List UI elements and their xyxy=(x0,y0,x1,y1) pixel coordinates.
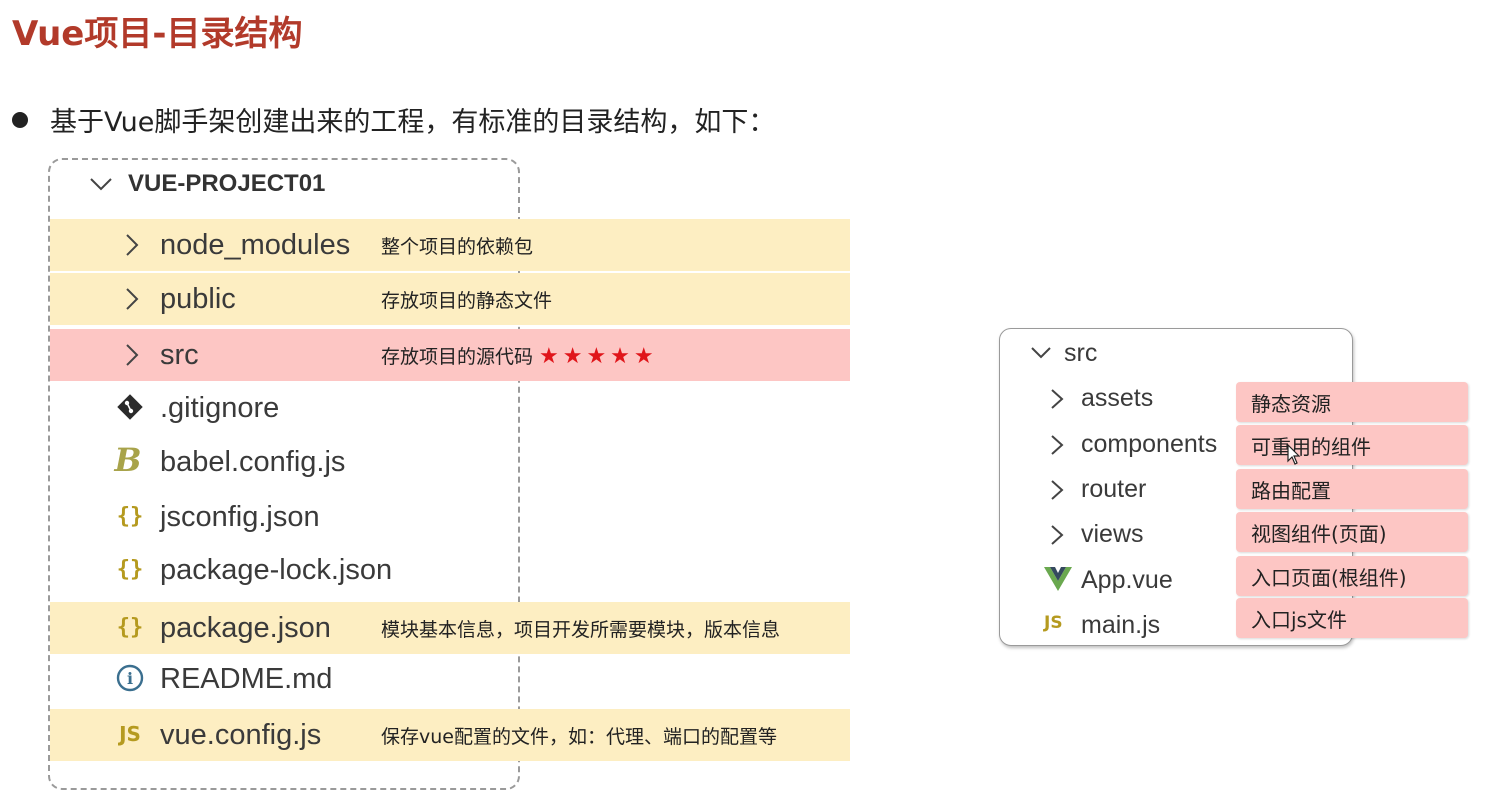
tree-item-label: node_modules xyxy=(160,228,351,261)
src-item-label: router xyxy=(1081,475,1147,503)
tree-item-note-text: 存放项目的源代码 xyxy=(381,345,534,368)
note-tag-components: 可重用的组件 xyxy=(1236,425,1468,465)
src-item-label: views xyxy=(1081,520,1144,548)
tree-item-note: 存放项目的静态文件 xyxy=(381,289,553,312)
bullet-dot-icon xyxy=(12,111,28,128)
src-item-label: assets xyxy=(1081,384,1154,412)
chevron-right-icon xyxy=(1051,389,1064,409)
star-rating-icon: ★★★★★ xyxy=(539,343,658,369)
json-icon: {} xyxy=(116,614,144,640)
json-icon: {} xyxy=(116,556,144,582)
chevron-right-icon xyxy=(126,288,139,310)
chevron-right-icon xyxy=(1051,480,1064,500)
js-icon: JS xyxy=(1044,613,1063,633)
src-item-label: App.vue xyxy=(1081,566,1173,594)
tree-item-note: 模块基本信息，项目开发所需要模块，版本信息 xyxy=(381,618,781,641)
mouse-cursor-icon xyxy=(1287,444,1301,465)
note-tag-assets: 静态资源 xyxy=(1236,382,1468,422)
tree-item-label: package-lock.json xyxy=(160,553,393,586)
json-icon: {} xyxy=(116,503,144,529)
chevron-right-icon xyxy=(1051,525,1064,545)
chevron-down-icon xyxy=(1031,347,1051,359)
chevron-right-icon xyxy=(126,234,139,256)
src-item-label: main.js xyxy=(1081,611,1161,639)
tree-item-label: package.json xyxy=(160,611,331,644)
tree-item-note: 保存vue配置的文件，如：代理、端口的配置等 xyxy=(381,725,777,748)
tree-item-label: .gitignore xyxy=(160,391,280,424)
chevron-right-icon xyxy=(1051,435,1064,455)
tree-item-label: README.md xyxy=(160,662,333,695)
chevron-right-icon xyxy=(126,344,139,366)
page-title: Vue项目-目录结构 xyxy=(12,14,303,54)
note-tag-main-js: 入口js文件 xyxy=(1236,598,1468,638)
tree-item-note: 整个项目的依赖包 xyxy=(381,235,534,258)
tree-item-label: babel.config.js xyxy=(160,445,346,478)
js-icon: JS xyxy=(119,722,141,746)
chevron-down-icon xyxy=(90,178,112,191)
src-root-label: src xyxy=(1064,339,1098,367)
tree-item-label: vue.config.js xyxy=(160,718,322,751)
babel-icon: B xyxy=(114,441,142,479)
tree-root[interactable]: VUE-PROJECT01 xyxy=(88,170,325,198)
root-folder-label: VUE-PROJECT01 xyxy=(128,170,326,197)
tree-item-note: 存放项目的源代码 ★★★★★ xyxy=(381,342,658,369)
note-tag-router: 路由配置 xyxy=(1236,469,1468,509)
tree-item-label: jsconfig.json xyxy=(160,500,320,533)
intro-text: 基于Vue脚手架创建出来的工程，有标准的目录结构，如下： xyxy=(50,107,776,138)
info-icon: i xyxy=(114,662,146,694)
note-tag-app-vue: 入口页面(根组件) xyxy=(1236,556,1468,596)
vue-icon xyxy=(1044,567,1072,591)
intro-bullet: 基于Vue脚手架创建出来的工程，有标准的目录结构，如下： xyxy=(12,100,775,139)
svg-text:i: i xyxy=(127,669,133,688)
git-icon xyxy=(114,391,146,423)
note-tag-views: 视图组件(页面) xyxy=(1236,512,1468,552)
tree-item-label: src xyxy=(160,338,199,371)
src-item-label: components xyxy=(1081,430,1218,458)
tree-item-label: public xyxy=(160,282,236,315)
